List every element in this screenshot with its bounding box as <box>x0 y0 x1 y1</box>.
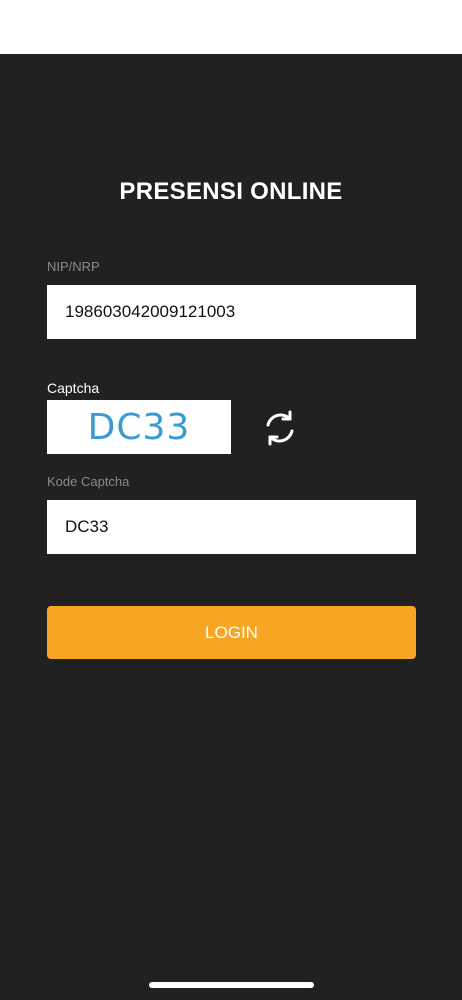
nip-label: NIP/NRP <box>47 259 100 274</box>
page-title: PRESENSI ONLINE <box>119 178 343 205</box>
status-bar <box>0 0 462 54</box>
kode-captcha-input[interactable] <box>47 500 416 554</box>
login-button[interactable]: LOGIN <box>47 606 416 659</box>
login-screen: PRESENSI ONLINE NIP/NRP Captcha DC33 Kod… <box>0 54 462 1000</box>
captcha-image-text: DC33 <box>87 406 191 448</box>
captcha-image: DC33 <box>47 400 231 454</box>
home-indicator <box>149 982 314 988</box>
nip-input[interactable] <box>47 285 416 339</box>
kode-captcha-label: Kode Captcha <box>47 474 130 489</box>
captcha-label: Captcha <box>47 380 100 396</box>
refresh-icon <box>266 410 294 446</box>
refresh-captcha-button[interactable] <box>261 409 299 447</box>
